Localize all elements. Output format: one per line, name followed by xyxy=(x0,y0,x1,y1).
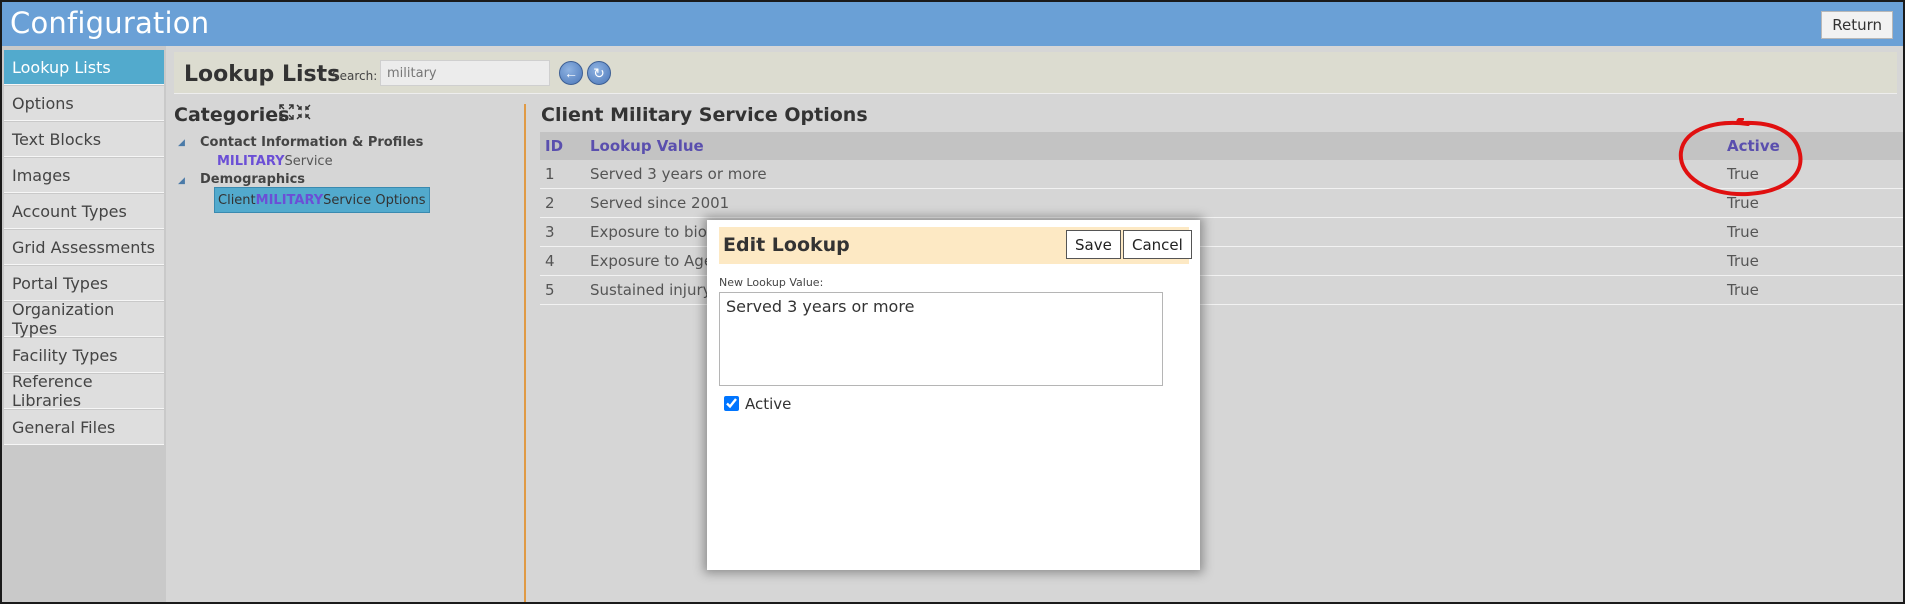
sidebar-item-general-files[interactable]: General Files xyxy=(4,410,164,445)
sidebar-item-organization-types[interactable]: Organization Types xyxy=(4,300,164,338)
tree-item-suffix: Service xyxy=(284,153,333,169)
active-checkbox-label: Active xyxy=(745,395,792,413)
dialog-header: Edit Lookup Save Cancel xyxy=(719,227,1192,264)
refresh-icon: ↻ xyxy=(593,64,605,81)
sidebar-item-account-types[interactable]: Account Types xyxy=(4,194,164,229)
back-button[interactable]: ← xyxy=(559,61,583,85)
tree-item-highlight: MILITARY xyxy=(255,192,324,208)
cell-id: 1 xyxy=(545,165,555,183)
cell-active: True xyxy=(1727,194,1759,212)
options-title: Client Military Service Options xyxy=(541,104,868,126)
active-checkbox[interactable] xyxy=(724,396,739,411)
search-label: Search: xyxy=(332,69,378,83)
table-row[interactable]: 2 Served since 2001 True xyxy=(540,189,1903,218)
cell-id: 5 xyxy=(545,281,555,299)
page-title: Lookup Lists xyxy=(184,62,341,87)
column-header-id[interactable]: ID xyxy=(540,137,590,155)
cancel-button[interactable]: Cancel xyxy=(1123,230,1192,259)
tree-collapse-icon[interactable]: ◢ xyxy=(178,137,185,148)
save-button[interactable]: Save xyxy=(1066,230,1121,259)
tree-group-demographics[interactable]: Demographics xyxy=(200,172,305,187)
expand-collapse-icon[interactable] xyxy=(279,104,311,124)
sidebar-item-options[interactable]: Options xyxy=(4,86,164,121)
dialog-title: Edit Lookup xyxy=(723,234,850,256)
cell-id: 3 xyxy=(545,223,555,241)
sidebar-item-facility-types[interactable]: Facility Types xyxy=(4,338,164,373)
cell-active: True xyxy=(1727,165,1759,183)
edit-lookup-dialog: Edit Lookup Save Cancel New Lookup Value… xyxy=(707,220,1200,570)
cell-active: True xyxy=(1727,252,1759,270)
app-window: Configuration Return Lookup Lists Option… xyxy=(0,0,1905,604)
tree-collapse-icon[interactable]: ◢ xyxy=(178,175,185,186)
tree-item-client-military-service-options[interactable]: Client MILITARY Service Options xyxy=(214,187,430,213)
refresh-button[interactable]: ↻ xyxy=(587,61,611,85)
cell-id: 4 xyxy=(545,252,555,270)
tree-item-prefix: Client xyxy=(218,192,256,208)
app-title: Configuration xyxy=(10,6,210,40)
sidebar-item-images[interactable]: Images xyxy=(4,158,164,193)
cell-active: True xyxy=(1727,223,1759,241)
sidebar-item-grid-assessments[interactable]: Grid Assessments xyxy=(4,230,164,265)
column-header-active[interactable]: Active xyxy=(1727,137,1903,155)
cell-id: 2 xyxy=(545,194,555,212)
table-header: ID Lookup Value Active xyxy=(540,132,1903,160)
categories-title: Categories xyxy=(174,104,290,126)
cell-lookup-value: Served since 2001 xyxy=(590,194,730,212)
sidebar: Lookup Lists Options Text Blocks Images … xyxy=(2,46,166,602)
lookup-value-label: New Lookup Value: xyxy=(719,276,824,289)
return-button[interactable]: Return xyxy=(1821,11,1893,39)
sidebar-item-portal-types[interactable]: Portal Types xyxy=(4,266,164,301)
lookup-value-textarea[interactable]: Served 3 years or more xyxy=(719,292,1163,386)
categories-panel: Categories ◢ Contact Information & Profi… xyxy=(174,104,526,602)
sidebar-item-text-blocks[interactable]: Text Blocks xyxy=(4,122,164,157)
title-bar: Configuration Return xyxy=(2,2,1903,46)
table-row[interactable]: 1 Served 3 years or more True xyxy=(540,160,1903,189)
tree-item-military-service[interactable]: MILITARY Service xyxy=(214,148,336,174)
lookup-header: Lookup Lists Search: ← ↻ xyxy=(174,52,1897,94)
sidebar-item-reference-libraries[interactable]: Reference Libraries xyxy=(4,372,164,410)
tree-item-highlight: MILITARY xyxy=(217,153,285,169)
cell-active: True xyxy=(1727,281,1759,299)
column-header-lookup-value[interactable]: Lookup Value xyxy=(590,137,1727,155)
search-input[interactable] xyxy=(380,60,550,86)
tree-item-suffix: Service Options xyxy=(323,192,426,208)
sidebar-item-lookup-lists[interactable]: Lookup Lists xyxy=(4,50,164,85)
cell-lookup-value: Served 3 years or more xyxy=(590,165,767,183)
arrow-left-icon: ← xyxy=(564,65,578,81)
